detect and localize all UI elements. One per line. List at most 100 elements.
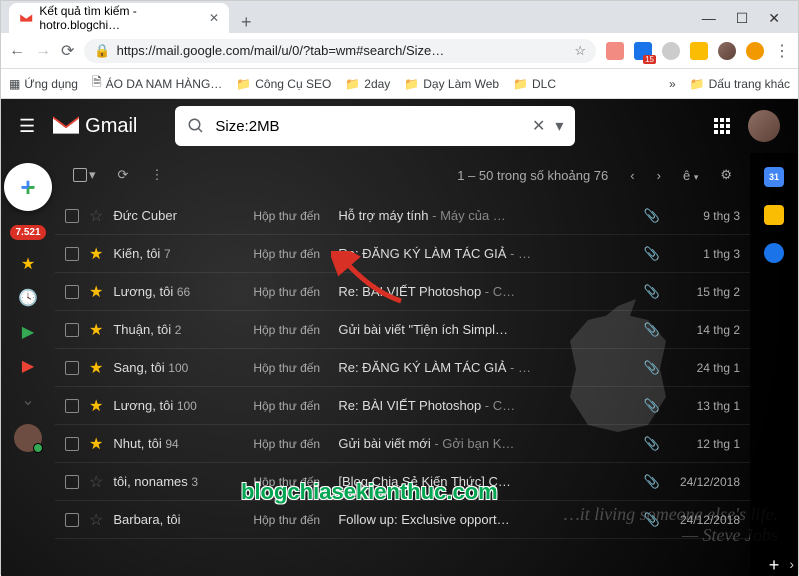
extension-icon[interactable]	[662, 42, 680, 60]
menu-icon[interactable]: ⋮	[774, 41, 790, 61]
calendar-icon[interactable]	[764, 167, 784, 187]
prev-page-icon[interactable]: ‹	[630, 168, 634, 183]
compose-button[interactable]: +	[4, 163, 52, 211]
search-box[interactable]: ✕ ▾	[175, 106, 575, 146]
search-icon[interactable]	[187, 117, 205, 135]
folder-icon: 📁	[345, 77, 360, 91]
extension-icon[interactable]	[606, 42, 624, 60]
email-row[interactable]: ★Sang, tôi 100Hộp thư đếnRe: ĐĂNG KÝ LÀM…	[55, 349, 750, 387]
email-row[interactable]: ☆Đức CuberHộp thư đếnHỗ trợ máy tính - M…	[55, 197, 750, 235]
star-icon[interactable]: ★	[89, 244, 103, 264]
inbox-label: Hộp thư đến	[253, 437, 328, 451]
keep-icon[interactable]	[764, 205, 784, 225]
account-avatar[interactable]	[748, 110, 780, 142]
bookmark-overflow[interactable]: »	[669, 77, 676, 91]
row-checkbox[interactable]	[65, 285, 79, 299]
gmail-logo[interactable]: Gmail	[53, 115, 137, 138]
expand-panel-icon[interactable]: ›	[789, 556, 794, 572]
row-checkbox[interactable]	[65, 437, 79, 451]
date: 9 thg 3	[670, 209, 740, 223]
row-checkbox[interactable]	[65, 361, 79, 375]
email-row[interactable]: ★Lương, tôi 100Hộp thư đếnRe: BÀI VIẾT P…	[55, 387, 750, 425]
row-checkbox[interactable]	[65, 513, 79, 527]
inbox-label: Hộp thư đến	[253, 209, 328, 223]
subject: Re: BÀI VIẾT Photoshop - C…	[338, 398, 633, 413]
forward-icon[interactable]: →	[35, 42, 51, 60]
browser-tab[interactable]: Kết quả tìm kiếm - hotro.blogchi… ✕	[9, 3, 229, 33]
bookmark-folder[interactable]: 📁Dấu trang khác	[690, 77, 790, 91]
email-row[interactable]: ☆Barbara, tôiHộp thư đếnFollow up: Exclu…	[55, 501, 750, 539]
bookmark-folder[interactable]: 📁Công Cụ SEO	[236, 77, 331, 91]
new-tab-button[interactable]: +	[229, 12, 264, 33]
email-row[interactable]: ☆tôi, nonames 3Hộp thư đến[Blog Chia Sẻ …	[55, 463, 750, 501]
inbox-label: Hộp thư đến	[253, 513, 328, 527]
more-icon[interactable]: ⋮	[150, 167, 163, 183]
browser-address-bar: ← → ⟳ 🔒 https://mail.google.com/mail/u/0…	[1, 33, 798, 69]
star-icon[interactable]: ★	[89, 320, 103, 340]
row-checkbox[interactable]	[65, 247, 79, 261]
close-window-icon[interactable]: ✕	[768, 10, 780, 27]
bookmark-folder[interactable]: 📁DLC	[513, 77, 556, 91]
hangouts-avatar[interactable]	[14, 424, 42, 452]
extension-icon[interactable]	[634, 42, 652, 60]
bookmark-item[interactable]: 🗎ÁO DA NAM HÀNG…	[92, 73, 222, 94]
lock-icon: 🔒	[94, 43, 110, 59]
row-checkbox[interactable]	[65, 323, 79, 337]
email-row[interactable]: ★Thuận, tôi 2Hộp thư đếnGửi bài viết "Ti…	[55, 311, 750, 349]
input-tools-icon[interactable]: ê ▾	[683, 168, 698, 183]
row-checkbox[interactable]	[65, 475, 79, 489]
label-icon[interactable]: ▶	[22, 356, 34, 376]
star-icon[interactable]: ★	[89, 396, 103, 416]
extension-icon[interactable]	[690, 42, 708, 60]
date: 24/12/2018	[670, 513, 740, 527]
addons-plus-icon[interactable]: +	[769, 555, 780, 576]
url-input[interactable]: 🔒 https://mail.google.com/mail/u/0/?tab=…	[84, 39, 596, 63]
star-url-icon[interactable]: ☆	[574, 43, 586, 59]
star-icon[interactable]: ☆	[89, 510, 103, 530]
minimize-icon[interactable]: —	[702, 10, 716, 27]
select-all-checkbox[interactable]: ▾	[73, 167, 96, 183]
reload-icon[interactable]: ⟳	[61, 41, 74, 61]
star-icon[interactable]: ★	[89, 282, 103, 302]
settings-gear-icon[interactable]: ⚙	[720, 167, 732, 183]
hamburger-menu-icon[interactable]: ☰	[19, 116, 35, 137]
snoozed-icon[interactable]: 🕓	[18, 288, 38, 308]
attachment-icon: 📎	[644, 436, 660, 452]
next-page-icon[interactable]: ›	[657, 168, 661, 183]
tab-close-icon[interactable]: ✕	[209, 11, 219, 25]
row-checkbox[interactable]	[65, 399, 79, 413]
star-icon[interactable]: ☆	[89, 206, 103, 226]
search-options-icon[interactable]: ▾	[555, 116, 563, 136]
attachment-icon: 📎	[644, 322, 660, 338]
profile-avatar-icon[interactable]	[718, 42, 736, 60]
email-row[interactable]: ★Kiến, tôi 7Hộp thư đếnRe: ĐĂNG KÝ LÀM T…	[55, 235, 750, 273]
star-icon[interactable]: ☆	[89, 472, 103, 492]
bookmark-apps[interactable]: ▦Ứng dụng	[9, 77, 78, 91]
email-row[interactable]: ★Lương, tôi 66Hộp thư đếnRe: BÀI VIẾT Ph…	[55, 273, 750, 311]
chevron-down-icon[interactable]: ⌄	[21, 390, 34, 410]
inbox-label: Hộp thư đến	[253, 475, 328, 489]
bookmark-folder[interactable]: 📁Dạy Làm Web	[404, 77, 499, 91]
important-icon[interactable]: ▶	[22, 322, 34, 342]
row-checkbox[interactable]	[65, 209, 79, 223]
email-row[interactable]: ★Nhut, tôi 94Hộp thư đếnGửi bài viết mới…	[55, 425, 750, 463]
star-icon[interactable]: ★	[89, 434, 103, 454]
tasks-icon[interactable]	[764, 243, 784, 263]
url-text: https://mail.google.com/mail/u/0/?tab=wm…	[117, 43, 445, 58]
starred-icon[interactable]: ★	[21, 254, 35, 274]
maximize-icon[interactable]: ☐	[736, 10, 749, 27]
google-apps-icon[interactable]	[714, 118, 730, 134]
clear-search-icon[interactable]: ✕	[532, 116, 545, 136]
sender: Kiến, tôi 7	[113, 246, 243, 261]
inbox-label: Hộp thư đến	[253, 323, 328, 337]
unread-count-badge[interactable]: 7.521	[10, 225, 45, 240]
star-icon[interactable]: ★	[89, 358, 103, 378]
subject: Gửi bài viết "Tiện ích Simpl…	[338, 322, 633, 337]
extension-icon[interactable]	[746, 42, 764, 60]
back-icon[interactable]: ←	[9, 42, 25, 60]
gmail-body: + 7.521 ★ 🕓 ▶ ▶ ⌄ ▾ ⟳ ⋮ 1 – 50 trong số …	[1, 153, 798, 576]
apps-icon: ▦	[9, 77, 20, 91]
bookmark-folder[interactable]: 📁2day	[345, 77, 390, 91]
refresh-icon[interactable]: ⟳	[118, 167, 129, 183]
search-input[interactable]	[215, 106, 522, 146]
